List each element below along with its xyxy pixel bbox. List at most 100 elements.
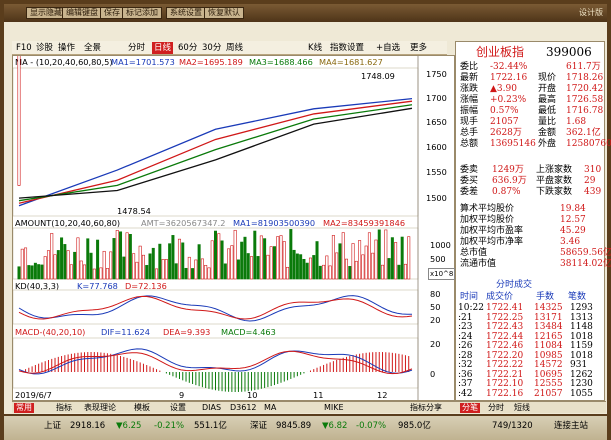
diagnose-button[interactable]: 诊股: [36, 42, 53, 54]
volume-bar: [141, 254, 145, 280]
volume-bar: [109, 251, 113, 280]
volume-bar: [266, 254, 270, 280]
volume-bar: [338, 243, 342, 280]
tab-intraday[interactable]: 分时: [488, 403, 504, 413]
volume-bar: [233, 229, 237, 280]
volume-bar: [63, 244, 67, 280]
volume-bar: [56, 250, 60, 280]
volume-bar: [207, 267, 211, 280]
trade-row-cell: 12165: [534, 331, 563, 342]
d3612-tab[interactable]: D3612: [230, 403, 257, 413]
quote-row-cell: 13695146: [490, 139, 536, 149]
quote-indicator-cell: 38114.02亿: [560, 259, 611, 269]
volume-bar: [191, 268, 195, 280]
trade-row-cell: :28: [458, 350, 473, 361]
quote-row-cell: 1.68: [566, 117, 587, 127]
trade-row-cell: 10:22: [458, 303, 484, 313]
indicator-tab-bar: 常用 指标 表现理论 模板 设置 DIAS D3612 MA MIKE 指标分享…: [12, 401, 606, 413]
volume-bar: [46, 250, 50, 280]
volume-bar: [60, 237, 64, 280]
period-tab-30min[interactable]: 30分: [202, 42, 221, 54]
sh-pct: -0.21%: [154, 421, 185, 431]
more-menu[interactable]: 更多: [410, 42, 427, 54]
volume-bar: [17, 266, 21, 280]
restore-default-button[interactable]: 恢复默认: [204, 7, 244, 19]
trade-row-cell: 14325: [534, 303, 563, 313]
ma-line-ma3: [18, 104, 413, 202]
volume-bar: [43, 256, 47, 280]
volume-bar: [204, 264, 208, 280]
volume-bar: [374, 239, 378, 280]
volume-bar: [250, 256, 254, 280]
save-button[interactable]: 保存: [100, 7, 124, 19]
volume-bar: [397, 264, 401, 280]
tab-ticks[interactable]: 分笔: [460, 403, 480, 413]
common-tab[interactable]: 常用: [14, 403, 34, 413]
volume-bar: [328, 265, 332, 280]
volume-bar: [259, 235, 263, 280]
system-settings-button[interactable]: 系统设置: [166, 7, 206, 19]
trade-row-cell: 1722.43: [486, 322, 524, 332]
trade-row-cell: 1722.25: [486, 312, 524, 323]
edit-keyboard-button[interactable]: 编辑键盘: [62, 7, 102, 19]
d-line: [18, 295, 413, 320]
quote-row-cell: 611.7万: [566, 62, 601, 72]
ma-tab[interactable]: MA: [264, 403, 276, 413]
trade-row-cell: :21: [458, 312, 473, 323]
kline-chart[interactable]: MA - (10,20,40,60,80,5) MA1=1701.573 MA2…: [12, 55, 456, 401]
template-tab[interactable]: 模板: [134, 403, 150, 413]
trade-row-cell: 14572: [534, 360, 563, 370]
volume-bar: [217, 233, 221, 280]
connect-server-button[interactable]: 连接主站: [554, 421, 588, 431]
volume-bar: [240, 241, 244, 280]
indicator-settings-menu[interactable]: 指数设置: [330, 42, 364, 54]
volume-bar: [50, 233, 54, 280]
trade-row-cell: 13171: [534, 312, 563, 323]
quote-row-cell: 12580760: [566, 139, 611, 149]
theory-tab[interactable]: 表现理论: [84, 403, 116, 413]
kline-menu[interactable]: K线: [308, 42, 322, 54]
period-tab-intraday[interactable]: 分时: [128, 42, 145, 54]
quote-stat-cell: 310: [584, 165, 602, 175]
settings-tab[interactable]: 设置: [170, 403, 186, 413]
volume-bar: [243, 236, 247, 280]
add-mark-button[interactable]: 标记添加: [122, 7, 162, 19]
volume-bar: [174, 263, 178, 280]
volume-bar: [184, 267, 188, 280]
indicator-share-tab[interactable]: 指标分享: [410, 403, 442, 413]
volume-bar: [394, 242, 398, 280]
quote-row-cell: ▲3.90: [490, 84, 517, 94]
period-tab-weekly[interactable]: 周线: [226, 42, 243, 54]
trades-header: 分时成交: [496, 280, 533, 290]
period-tab-daily[interactable]: 日线: [152, 42, 174, 54]
quote-row-cell: -32.44%: [490, 62, 528, 72]
volume-bar: [246, 253, 250, 280]
indicator-tab[interactable]: 指标: [56, 403, 72, 413]
volume-bar: [171, 235, 175, 280]
volume-bar: [135, 261, 139, 280]
panorama-button[interactable]: 全景: [84, 42, 101, 54]
sz-label: 深证: [250, 421, 268, 431]
period-tab-60min[interactable]: 60分: [178, 42, 197, 54]
show-hide-button[interactable]: 显示隐藏: [26, 7, 66, 19]
trade-row-cell: 1313: [570, 312, 593, 323]
tab-short-line[interactable]: 短线: [514, 403, 530, 413]
volume-bar: [76, 237, 80, 280]
operate-button[interactable]: 操作: [58, 42, 75, 54]
sh-change: ▼6.25: [116, 421, 142, 431]
volume-bar: [400, 236, 404, 280]
volume-bar: [367, 232, 371, 280]
add-watchlist-menu[interactable]: +自选: [376, 42, 400, 54]
volume-bar: [236, 259, 240, 280]
volume-bar: [138, 245, 142, 280]
sz-pct: -0.07%: [356, 421, 387, 431]
quote-row-cell: 开盘: [538, 84, 557, 94]
quote-row-cell: 最高: [538, 95, 557, 105]
volume-bar: [351, 243, 355, 280]
trade-row-cell: :36: [458, 369, 473, 380]
dias-tab[interactable]: DIAS: [202, 403, 221, 413]
mike-tab[interactable]: MIKE: [324, 403, 344, 413]
quote-row-cell: 0.57%: [490, 106, 519, 116]
volume-bar: [96, 239, 100, 280]
f10-button[interactable]: F10: [16, 42, 32, 54]
